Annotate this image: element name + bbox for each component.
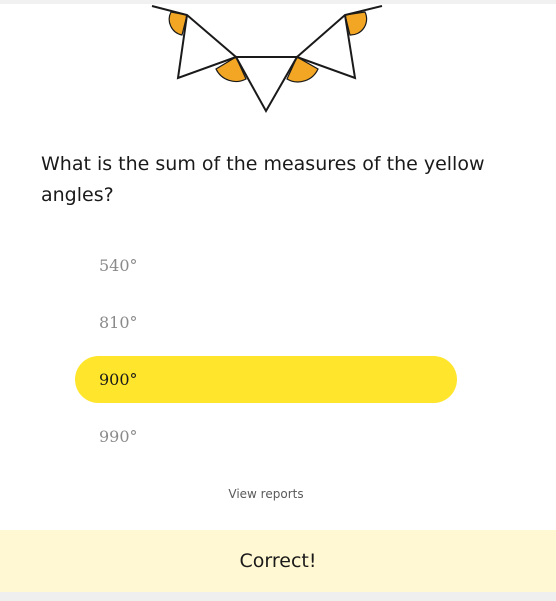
angle-wedge-right-inner [286,56,319,83]
option-810[interactable]: 810° [75,299,457,346]
option-540[interactable]: 540° [75,242,457,289]
bottom-strip [0,592,556,601]
option-900-selected[interactable]: 900° [75,356,457,403]
option-label: 810° [99,313,138,332]
option-label: 540° [99,256,138,275]
view-reports-link[interactable]: View reports [0,487,532,501]
star-figure [151,5,383,114]
question-text: What is the sum of the measures of the y… [41,153,485,206]
answer-options: 540° 810° 900° 990° [75,242,457,470]
feedback-bar: Correct! [0,530,556,592]
option-label: 990° [99,427,138,446]
option-990[interactable]: 990° [75,413,457,460]
angle-wedge-left-inner [215,56,247,83]
option-label: 900° [99,370,138,389]
feedback-text: Correct! [239,550,317,572]
